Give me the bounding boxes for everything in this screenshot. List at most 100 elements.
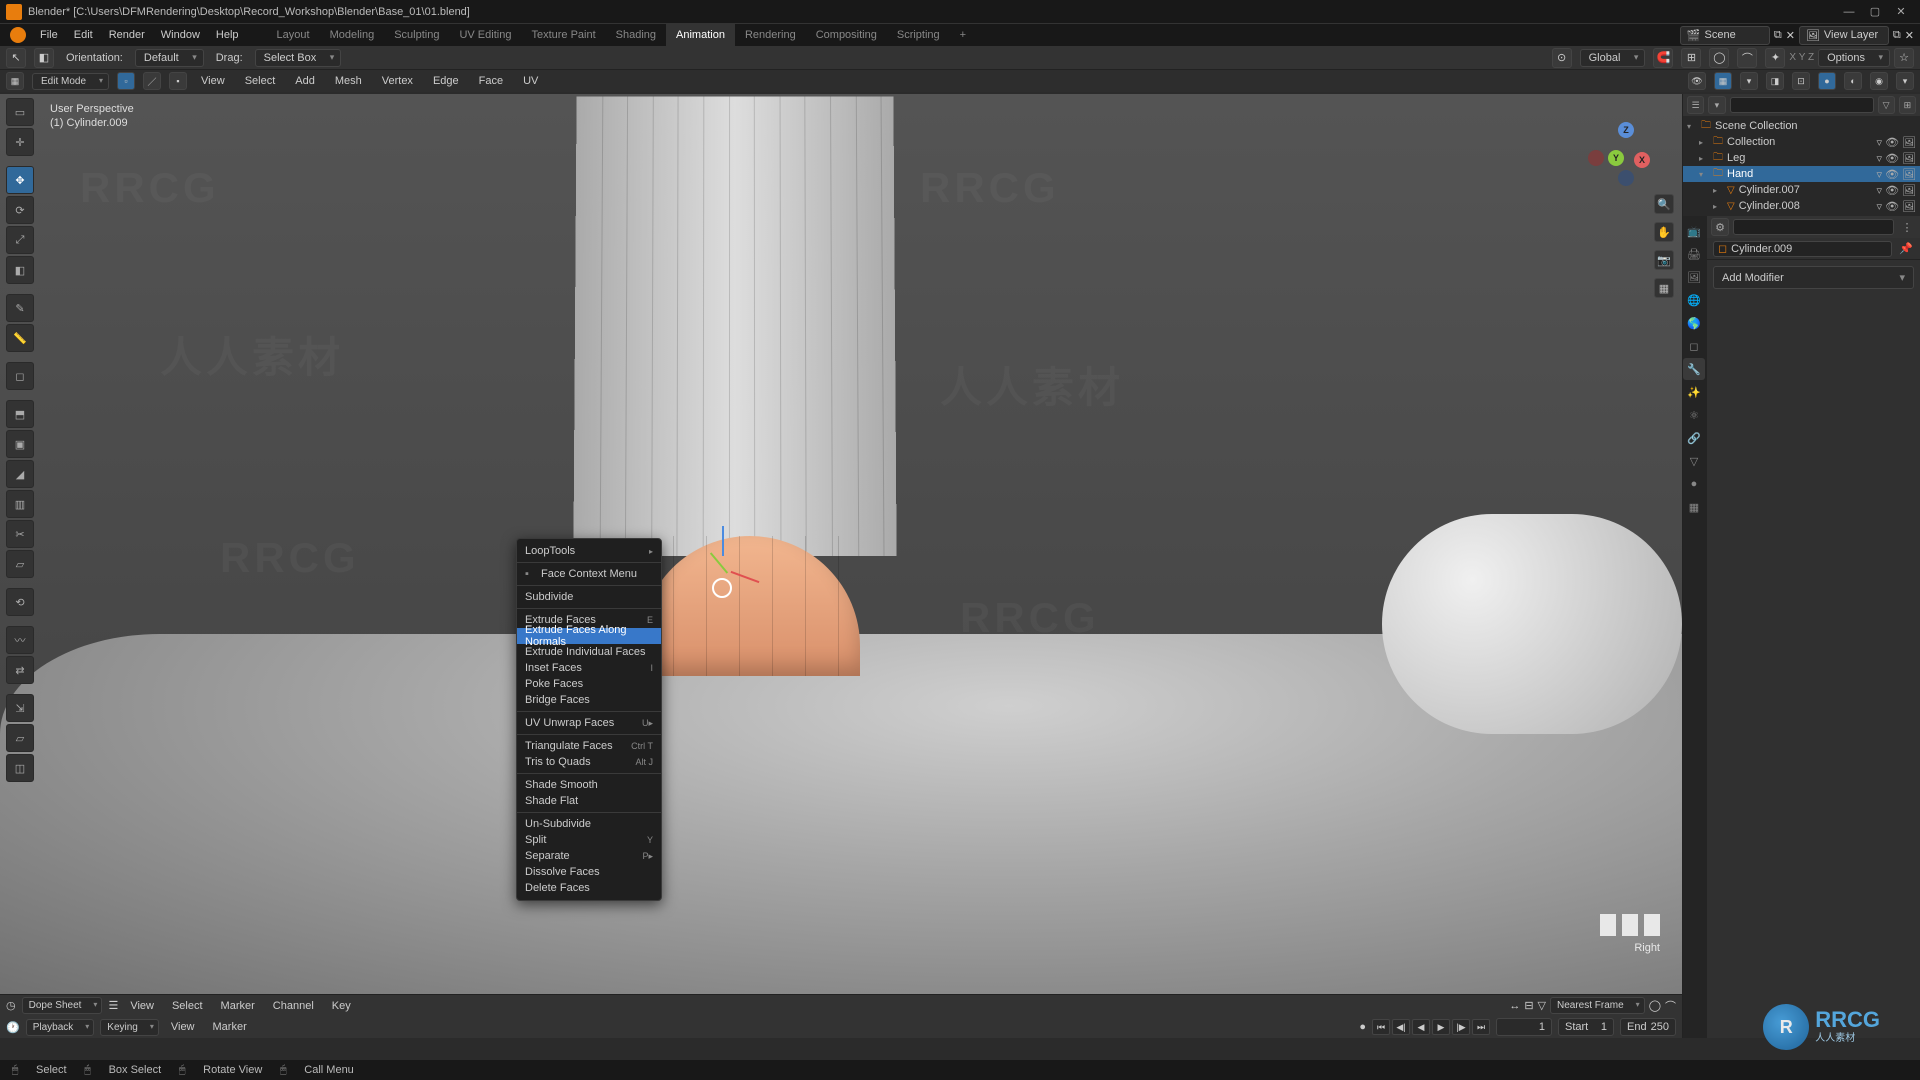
pivot-point-button[interactable]: ⊙ [1552,48,1572,68]
axis-y-icon[interactable]: Y [1608,150,1624,166]
end-frame-field[interactable]: End250 [1620,1018,1676,1036]
navigation-gizmo[interactable]: Z Y X [1588,120,1658,190]
tab-add[interactable]: + [950,24,976,46]
tool-extrude[interactable]: ⬒ [6,400,34,428]
blender-logo-icon[interactable] [10,27,26,43]
viewlayer-delete-button[interactable]: ✕ [1905,29,1914,42]
pin-icon[interactable]: 📌 [1898,241,1914,257]
ctx-extrude-individual[interactable]: Extrude Individual Faces [517,644,661,660]
ctx-bridge-faces[interactable]: Bridge Faces [517,692,661,708]
gizmo-center[interactable] [712,578,732,598]
ctx-tris-to-quads[interactable]: Tris to QuadsAlt J [517,754,661,770]
tool-polybuild[interactable]: ▱ [6,550,34,578]
tool-measure[interactable]: 📏 [6,324,34,352]
proportional-type[interactable]: ⌒ [1737,48,1757,68]
edge-menu[interactable]: Edge [427,75,465,87]
tool-edge-slide[interactable]: ⇄ [6,656,34,684]
properties-type-icon[interactable]: ⚙ [1711,218,1729,236]
tab-compositing[interactable]: Compositing [806,24,887,46]
ctx-shade-flat[interactable]: Shade Flat [517,793,661,809]
editor-type-icon[interactable]: ▦ [6,72,24,90]
tool-annotate[interactable]: ✎ [6,294,34,322]
tab-layout[interactable]: Layout [267,24,320,46]
shading-material[interactable]: ◐ [1844,72,1862,90]
ctx-dissolve-faces[interactable]: Dissolve Faces [517,864,661,880]
properties-options-icon[interactable]: ⋮ [1898,218,1916,236]
tool-shear[interactable]: ▱ [6,724,34,752]
prop-constraint-icon[interactable]: 🔗 [1683,427,1705,449]
overlay-dropdown[interactable]: ▾ [1740,72,1758,90]
jump-next-key-button[interactable]: |▶ [1452,1019,1470,1035]
ctx-extrude-along-normals[interactable]: Extrude Faces Along Normals [517,628,661,644]
drag-dropdown[interactable]: Select Box [255,49,342,67]
dope-sheet-mode[interactable]: Dope Sheet [22,997,103,1014]
tool-bevel[interactable]: ◢ [6,460,34,488]
outliner-display-mode[interactable]: ▾ [1708,96,1725,114]
ds-snap-mode[interactable]: Nearest Frame [1550,997,1645,1014]
ds-channel-menu[interactable]: Channel [267,998,320,1014]
prop-physics-icon[interactable]: ⚛ [1683,404,1705,426]
prop-render-icon[interactable]: 📺 [1683,220,1705,242]
pan-icon[interactable]: ✋ [1654,222,1674,242]
view-menu[interactable]: View [195,75,231,87]
menu-window[interactable]: Window [153,24,208,46]
axis-neg-x-icon[interactable] [1588,150,1604,166]
axis-z-icon[interactable]: Z [1618,122,1634,138]
viewlayer-selector[interactable]: 🖼 View Layer [1799,26,1889,45]
tool-smooth[interactable]: 〰 [6,626,34,654]
shading-wireframe[interactable]: ⊡ [1792,72,1810,90]
axis-x-icon[interactable]: X [1634,152,1650,168]
menu-render[interactable]: Render [101,24,153,46]
menu-help[interactable]: Help [208,24,247,46]
tool-add-cube[interactable]: ◻ [6,362,34,390]
tool-settings-icon[interactable]: ↖ [6,48,26,68]
snap-type[interactable]: ⊞ [1681,48,1701,68]
shading-solid[interactable]: ● [1818,72,1836,90]
gizmo-toggle[interactable]: ✦ [1765,48,1785,68]
uv-menu[interactable]: UV [517,75,544,87]
add-modifier-button[interactable]: Add Modifier [1713,266,1914,289]
viewlayer-new-button[interactable]: ⧉ [1893,29,1901,42]
tool-rotate[interactable]: ⟳ [6,196,34,224]
proportional-edit[interactable]: ◯ [1709,48,1729,68]
dope-sheet-icon[interactable]: ◷ [6,999,16,1012]
mesh-menu[interactable]: Mesh [329,75,368,87]
ds-marker-menu[interactable]: Marker [215,998,261,1014]
tool-select-box[interactable]: ▭ [6,98,34,126]
prop-particle-icon[interactable]: ✨ [1683,381,1705,403]
tool-cursor[interactable]: ✛ [6,128,34,156]
tab-modeling[interactable]: Modeling [320,24,385,46]
outliner-filter-icon[interactable]: ▽ [1878,96,1895,114]
select-menu[interactable]: Select [239,75,282,87]
jump-prev-key-button[interactable]: ◀| [1392,1019,1410,1035]
prop-world-icon[interactable]: 🌎 [1683,312,1705,334]
axis-neg-z-icon[interactable] [1618,170,1634,186]
gizmo-z-axis[interactable] [722,526,724,556]
mesh-display-icon[interactable]: 👁 [1688,72,1706,90]
tab-uv-editing[interactable]: UV Editing [449,24,521,46]
outliner-collection[interactable]: ▸🗀Collection▿👁🖼 [1683,134,1920,150]
prop-scene-icon[interactable]: 🌐 [1683,289,1705,311]
playback-popover[interactable]: Playback [26,1019,95,1036]
ctx-unsubdivide[interactable]: Un-Subdivide [517,816,661,832]
current-frame-field[interactable]: 1 [1496,1018,1552,1036]
ctx-inset-faces[interactable]: Inset FacesI [517,660,661,676]
ctx-shade-smooth[interactable]: Shade Smooth [517,777,661,793]
ds-view-menu[interactable]: View [124,998,160,1014]
prop-modifier-icon[interactable]: 🔧 [1683,358,1705,380]
prop-material-icon[interactable]: ● [1683,473,1705,495]
timeline-icon[interactable]: 🕐 [6,1021,20,1034]
ctx-split[interactable]: SplitY [517,832,661,848]
outliner-new-collection[interactable]: ⊞ [1899,96,1916,114]
keying-popover[interactable]: Keying [100,1019,159,1036]
prop-viewlayer-icon[interactable]: 🖼 [1683,266,1705,288]
tab-texture-paint[interactable]: Texture Paint [521,24,605,46]
tab-rendering[interactable]: Rendering [735,24,806,46]
face-menu[interactable]: Face [473,75,509,87]
outliner-scene-collection[interactable]: ▾🗀Scene Collection [1683,118,1920,134]
tool-scale[interactable]: ⤢ [6,226,34,254]
xray-toggle[interactable]: ◨ [1766,72,1784,90]
scene-new-button[interactable]: ⧉ [1774,29,1782,42]
outliner-hand[interactable]: ▾🗀Hand▿👁🖼 [1683,166,1920,182]
menu-edit[interactable]: Edit [66,24,101,46]
